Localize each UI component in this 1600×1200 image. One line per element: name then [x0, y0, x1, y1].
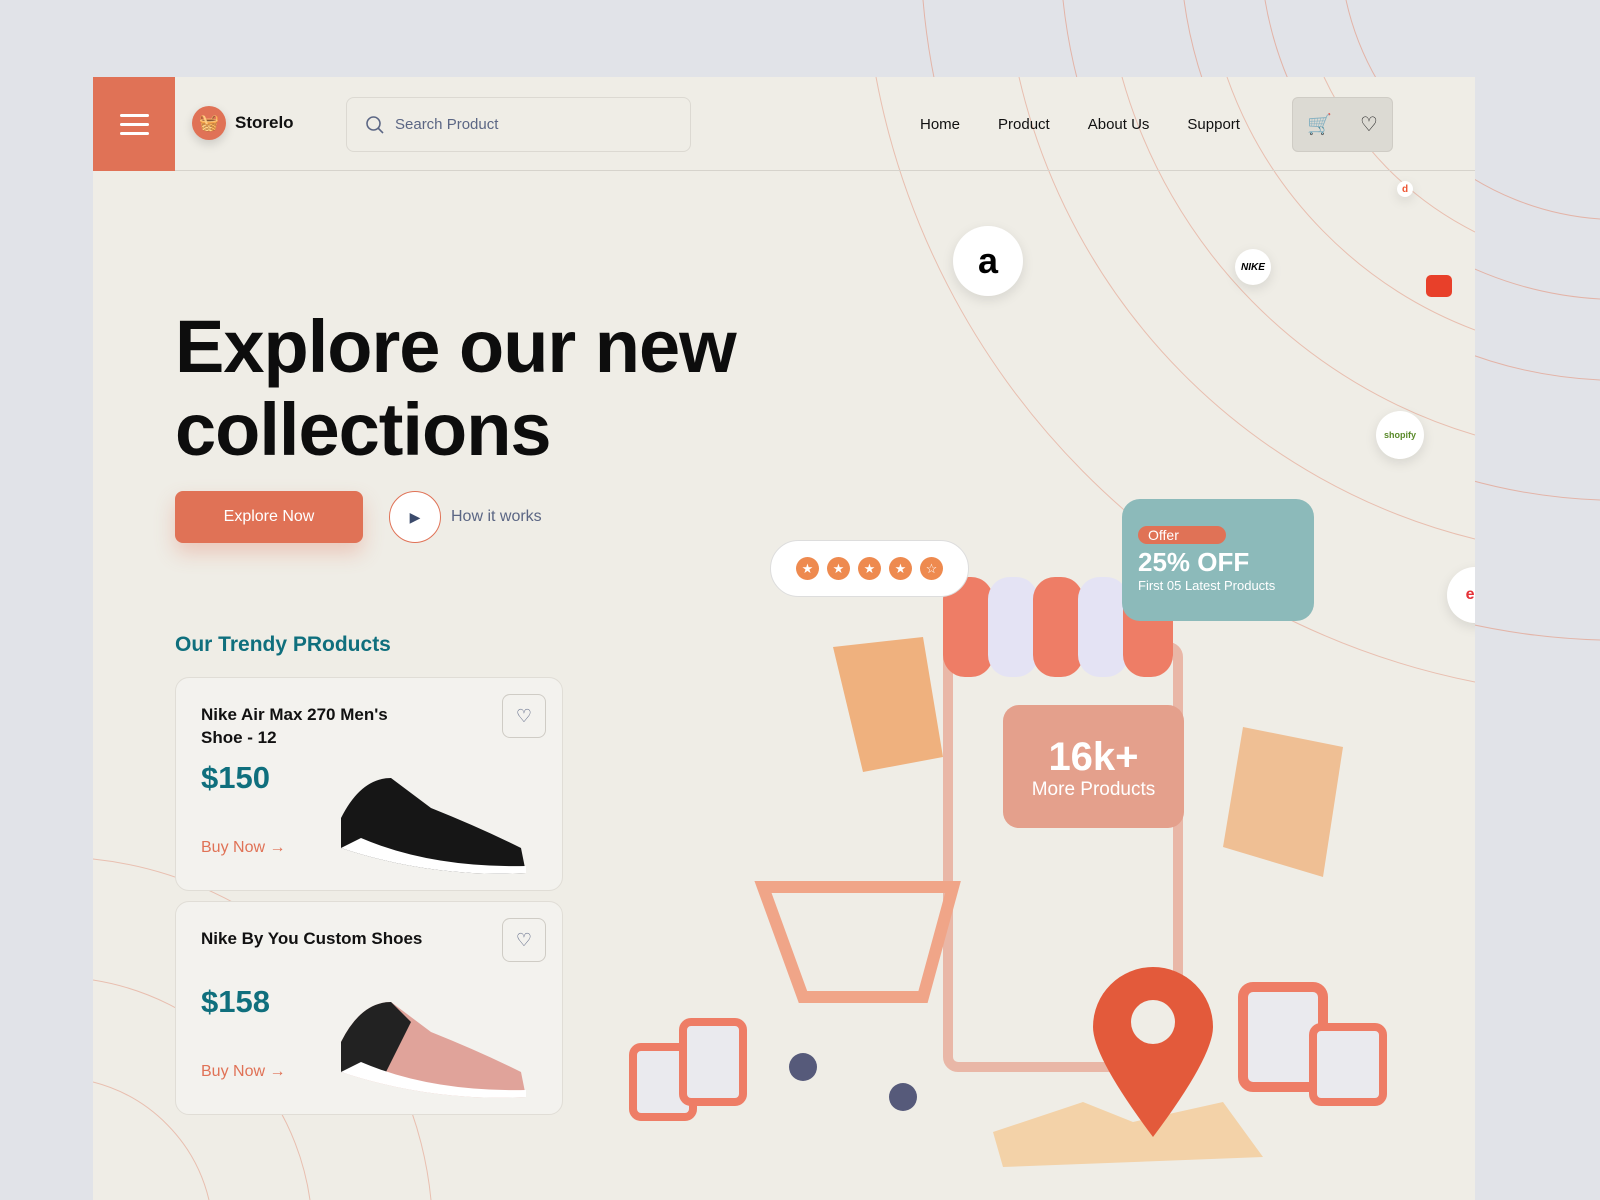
wishlist-heart-icon[interactable]: ♡ [502, 918, 546, 962]
star-icon: ★ [889, 557, 912, 580]
map [993, 1102, 1263, 1167]
how-it-works-label: How it works [451, 508, 542, 525]
shopping-bag [833, 637, 943, 772]
basket-icon: 🧺 [192, 106, 226, 140]
star-icon: ☆ [920, 557, 943, 580]
wishlist-heart-icon[interactable]: ♡ [502, 694, 546, 738]
how-it-works-button[interactable]: ▶ How it works [389, 491, 542, 543]
search-placeholder: Search Product [395, 116, 499, 133]
products-count: 16k+ [1048, 735, 1139, 779]
play-icon: ▶ [389, 491, 441, 543]
nav-about[interactable]: About Us [1088, 116, 1150, 133]
shopify-logo: shopify [1376, 411, 1424, 459]
shopping-cart [754, 881, 961, 1003]
cart-icon[interactable]: 🛒 [1307, 112, 1332, 137]
offer-subtitle: First 05 Latest Products [1138, 578, 1276, 593]
product-card[interactable]: Nike By You Custom Shoes $158 Buy Now → … [175, 901, 563, 1115]
explore-now-button[interactable]: Explore Now [175, 491, 363, 543]
nav-product[interactable]: Product [998, 116, 1050, 133]
brand-logo-d: d [1397, 181, 1413, 197]
gift-box [679, 1018, 747, 1106]
rating-badge: ★ ★ ★ ★ ☆ [770, 540, 969, 597]
offer-tag: Offer [1138, 526, 1226, 544]
buy-now-link[interactable]: Buy Now → [201, 839, 285, 857]
star-icon: ★ [827, 557, 850, 580]
buy-now-link[interactable]: Buy Now → [201, 1063, 285, 1081]
nike-logo: NIKE [1235, 249, 1271, 285]
shopping-illustration [629, 577, 1387, 1167]
brand-name: Storelo [235, 113, 294, 132]
pink-sneaker-image [341, 1002, 526, 1098]
page: 🧺 Storelo Search Product Home Product Ab… [93, 77, 1475, 1200]
product-card[interactable]: Nike Air Max 270 Men's Shoe - 12 $150 Bu… [175, 677, 563, 891]
products-count-label: More Products [1031, 779, 1156, 800]
products-count-card: 16k+ More Products [1003, 705, 1184, 828]
star-icon: ★ [796, 557, 819, 580]
main-nav: Home Product About Us Support [920, 116, 1240, 133]
nav-home[interactable]: Home [920, 116, 960, 133]
search-input[interactable]: Search Product [346, 97, 691, 152]
product-price: $150 [201, 760, 270, 795]
menu-button[interactable] [93, 77, 175, 171]
product-price: $158 [201, 984, 270, 1019]
section-heading: Our Trendy PRoducts [175, 633, 391, 656]
header-divider [175, 170, 1475, 171]
search-icon [366, 115, 384, 134]
aliexpress-logo [1426, 275, 1452, 297]
shopping-bag [1223, 727, 1343, 877]
amazon-logo: a [953, 226, 1023, 296]
nav-support[interactable]: Support [1187, 116, 1240, 133]
heart-icon[interactable]: ♡ [1360, 112, 1378, 137]
offer-value: 25% OFF [1138, 547, 1250, 577]
black-sneaker-image [341, 778, 526, 874]
hero-title: Explore our new collections [175, 305, 737, 471]
brand-logo[interactable]: 🧺 Storelo [192, 106, 294, 140]
offer-card: Offer 25% OFF First 05 Latest Products [1122, 499, 1314, 621]
header-actions: 🛒 ♡ [1292, 97, 1393, 152]
star-icon: ★ [858, 557, 881, 580]
gift-box [1309, 1023, 1387, 1106]
product-name: Nike By You Custom Shoes [201, 929, 423, 948]
